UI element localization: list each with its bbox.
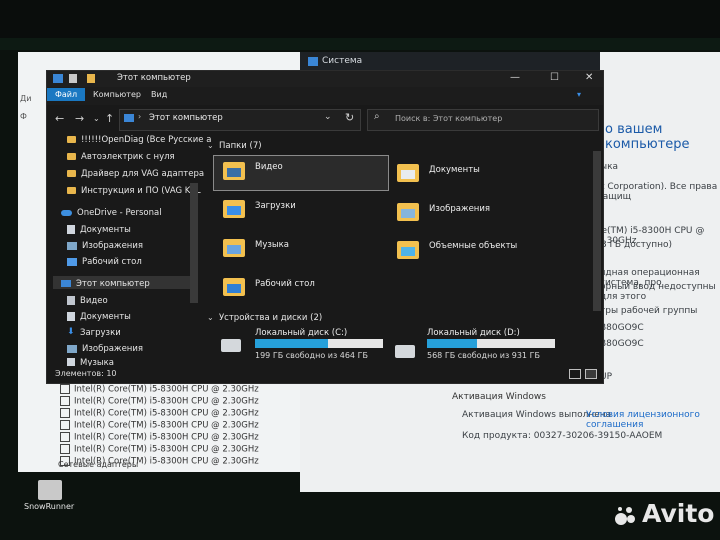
nav-quick-item[interactable]: !!!!!!OpenDiag (Все Русские а bbox=[67, 135, 211, 145]
nav-onedrive[interactable]: OneDrive - Personal bbox=[61, 208, 162, 218]
refresh-icon[interactable]: ↻ bbox=[345, 111, 354, 124]
explorer-app-icon bbox=[53, 74, 63, 83]
desktop-folder-icon[interactable] bbox=[223, 278, 245, 296]
forward-arrow-icon[interactable]: → bbox=[75, 112, 84, 125]
address-text: Этот компьютер bbox=[149, 113, 223, 123]
address-dropdown-icon[interactable]: ⌄ bbox=[324, 112, 332, 122]
sys-line: тры рабочей группы bbox=[600, 306, 698, 316]
minimize-button[interactable]: — bbox=[510, 72, 520, 83]
drives-header[interactable]: Устройства и диски (2) bbox=[219, 313, 322, 323]
search-icon: ⌕ bbox=[374, 111, 380, 122]
nav-quick-item[interactable]: Автоэлектрик с нуля bbox=[67, 152, 175, 162]
cpu-row[interactable]: Intel(R) Core(TM) i5-8300H CPU @ 2.30GHz bbox=[60, 396, 259, 407]
folders-header[interactable]: Папки (7) bbox=[219, 141, 262, 151]
folder-3d-objects[interactable]: Объемные объекты bbox=[429, 241, 517, 251]
nav-this-pc[interactable]: Этот компьютер bbox=[61, 279, 150, 289]
breadcrumb-separator-icon[interactable]: › bbox=[138, 112, 141, 121]
downloads-folder-icon[interactable] bbox=[223, 200, 245, 218]
drive-d-usage-bar bbox=[427, 339, 555, 348]
avito-watermark: Avito bbox=[642, 499, 715, 528]
network-adapters-item[interactable]: Сетевые адаптеры bbox=[58, 460, 138, 469]
system-window-icon bbox=[308, 57, 318, 66]
drive-d-usage-fill bbox=[427, 339, 477, 348]
tab-view[interactable]: Вид bbox=[151, 90, 167, 99]
drive-d-name[interactable]: Локальный диск (D:) bbox=[427, 328, 520, 338]
drive-c-usage-bar bbox=[255, 339, 383, 348]
tab-computer[interactable]: Компьютер bbox=[93, 90, 141, 99]
drive-c-usage-fill bbox=[255, 339, 328, 348]
sys-line: B80GO9C bbox=[600, 323, 644, 333]
nav-onedrive-desktop[interactable]: Рабочий стол bbox=[67, 257, 142, 267]
cpu-row[interactable]: Intel(R) Core(TM) i5-8300H CPU @ 2.30GHz bbox=[60, 444, 259, 455]
drive-c-name[interactable]: Локальный диск (C:) bbox=[255, 328, 347, 338]
folder-documents[interactable]: Документы bbox=[429, 165, 480, 175]
folder-images[interactable]: Изображения bbox=[429, 204, 490, 214]
nav-onedrive-documents[interactable]: Документы bbox=[67, 225, 131, 235]
back-arrow-icon[interactable]: ← bbox=[55, 112, 64, 125]
cpu-row[interactable]: Intel(R) Core(TM) i5-8300H CPU @ 2.30GHz bbox=[60, 432, 259, 443]
up-arrow-icon[interactable]: ↑ bbox=[105, 112, 114, 125]
activation-heading: Активация Windows bbox=[452, 392, 546, 402]
documents-folder-icon[interactable] bbox=[397, 164, 419, 182]
system-heading: о вашем компьютере bbox=[605, 122, 690, 152]
folder-music[interactable]: Музыка bbox=[255, 240, 289, 250]
folder-downloads[interactable]: Загрузки bbox=[255, 201, 296, 211]
nav-pc-images[interactable]: Изображения bbox=[67, 344, 143, 354]
this-pc-icon bbox=[124, 114, 134, 122]
drive-d-icon[interactable] bbox=[395, 345, 415, 358]
recent-chevron-icon[interactable]: ⌄ bbox=[93, 114, 100, 123]
details-view-icon[interactable] bbox=[569, 369, 581, 379]
sys-line: орный ввод недоступны для этого bbox=[600, 282, 716, 302]
ribbon-expand-icon[interactable]: ▾ bbox=[577, 90, 581, 99]
sys-line: ,8 ГБ доступно) bbox=[598, 240, 673, 250]
drives-collapse-icon[interactable]: ⌄ bbox=[207, 313, 214, 322]
system-window-title: Система bbox=[322, 56, 363, 66]
cpu-row[interactable]: Intel(R) Core(TM) i5-8300H CPU @ 2.30GHz bbox=[60, 384, 259, 395]
snowrunner-label[interactable]: SnowRunner bbox=[24, 502, 74, 511]
nav-onedrive-images[interactable]: Изображения bbox=[67, 241, 143, 251]
nav-pc-music[interactable]: Музыка bbox=[67, 358, 114, 366]
nav-quick-item[interactable]: Инструкция и ПО (VAG KKL bbox=[67, 186, 201, 196]
product-code: Код продукта: 00327-30206-39150-AAOEM bbox=[462, 431, 663, 441]
nav-pc-documents[interactable]: Документы bbox=[67, 312, 131, 322]
3d-objects-folder-icon[interactable] bbox=[397, 241, 419, 259]
avito-logo-icon bbox=[614, 504, 638, 528]
nav-pc-video[interactable]: Видео bbox=[67, 296, 108, 306]
license-link[interactable]: Условия лицензионного соглашения bbox=[586, 410, 720, 430]
quick-access-folder-icon[interactable] bbox=[87, 74, 95, 83]
cpu-row[interactable]: Intel(R) Core(TM) i5-8300H CPU @ 2.30GHz bbox=[60, 408, 259, 419]
content-scrollbar[interactable] bbox=[593, 151, 601, 311]
close-button[interactable]: ✕ bbox=[585, 72, 593, 83]
left-window-fragment-2: Ф bbox=[20, 112, 27, 121]
sys-line: ft Corporation). Все права защищ bbox=[598, 182, 718, 202]
drive-c-icon[interactable] bbox=[221, 339, 241, 352]
nav-quick-item[interactable]: Драйвер для VAG адаптера bbox=[67, 169, 204, 179]
drive-d-free: 568 ГБ свободно из 931 ГБ bbox=[427, 351, 540, 360]
desktop-strip bbox=[0, 38, 720, 50]
music-folder-icon[interactable] bbox=[223, 239, 245, 257]
folders-collapse-icon[interactable]: ⌄ bbox=[207, 141, 214, 150]
cpu-row[interactable]: Intel(R) Core(TM) i5-8300H CPU @ 2.30GHz bbox=[60, 420, 259, 431]
snowrunner-icon[interactable] bbox=[38, 480, 62, 500]
status-bar bbox=[47, 367, 603, 382]
folder-desktop[interactable]: Рабочий стол bbox=[255, 279, 315, 289]
large-icons-view-icon[interactable] bbox=[585, 369, 597, 379]
nav-scrollbar[interactable] bbox=[190, 183, 198, 303]
explorer-title: Этот компьютер bbox=[117, 73, 191, 83]
explorer-window: Этот компьютер — ☐ ✕ Файл Компьютер Вид … bbox=[46, 70, 604, 384]
images-folder-icon[interactable] bbox=[397, 203, 419, 221]
tab-file[interactable]: Файл bbox=[47, 88, 86, 101]
status-item-count: Элементов: 10 bbox=[55, 369, 117, 378]
quick-access-properties-icon[interactable] bbox=[69, 74, 77, 83]
nav-pc-downloads[interactable]: ⬇ Загрузки bbox=[67, 328, 121, 339]
folder-video[interactable]: Видео bbox=[255, 162, 283, 172]
search-placeholder: Поиск в: Этот компьютер bbox=[395, 114, 503, 123]
video-folder-icon[interactable] bbox=[223, 162, 245, 180]
drive-c-free: 199 ГБ свободно из 464 ГБ bbox=[255, 351, 368, 360]
sys-line: B80GO9C bbox=[600, 339, 644, 349]
left-window-fragment-1: Ди bbox=[20, 94, 32, 103]
maximize-button[interactable]: ☐ bbox=[550, 72, 559, 83]
